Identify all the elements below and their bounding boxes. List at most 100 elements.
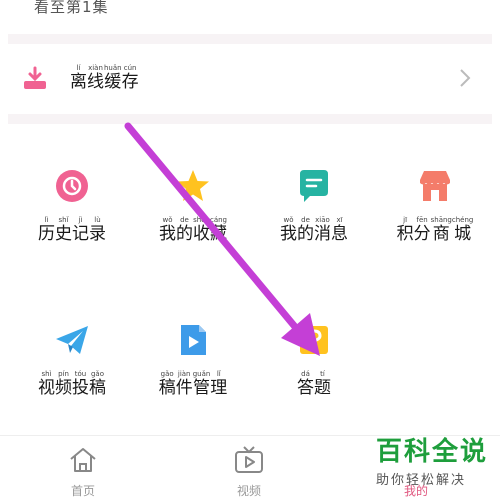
- grid-item-history[interactable]: lì 历 shǐ 史 jì 记 lù 录: [12, 168, 132, 278]
- offline-cache-label: lí 离 xiàn 线 huǎn 缓 cún 存: [70, 64, 139, 92]
- hanzi: 稿: [158, 378, 176, 398]
- hanzi: 视: [38, 378, 55, 398]
- grid-item-label: lì 历 shǐ 史 jì 记 lù 录: [12, 216, 132, 244]
- pinyin: xiāo: [315, 216, 330, 224]
- pinyin: lí: [76, 64, 81, 72]
- hanzi: 缓: [104, 72, 122, 92]
- hanzi: 题: [314, 378, 331, 398]
- hanzi: 我: [280, 224, 297, 244]
- star-icon: [177, 170, 209, 201]
- shop-icon: [420, 171, 450, 201]
- pinyin: chéng: [451, 216, 474, 224]
- ruby-char: tí 题: [314, 370, 331, 398]
- ruby-char: shǐ 史: [55, 216, 72, 244]
- pinyin: shāng: [430, 216, 452, 224]
- ruby-char: gǎo 稿: [159, 370, 176, 398]
- ruby-char: cún 存: [122, 64, 139, 92]
- hanzi: 理: [210, 378, 228, 398]
- pinyin: wǒ: [162, 216, 173, 224]
- pinyin: lǐ: [216, 370, 221, 378]
- grid-item-label: wǒ 我 de 的 xiāo 消 xī 息: [254, 216, 374, 244]
- pinyin: guǎn: [192, 370, 211, 378]
- hanzi: 收: [192, 224, 210, 244]
- hanzi: 分: [413, 224, 431, 244]
- pinyin: tí: [320, 370, 325, 378]
- grid-item-label: shì 视 pín 频 tóu 投 gǎo 稿: [12, 370, 132, 398]
- grid-item-label: gǎo 稿 jiàn 件 guǎn 管 lǐ 理: [133, 370, 253, 398]
- ruby-char: wǒ 我: [159, 216, 176, 244]
- hanzi: 史: [55, 224, 72, 244]
- hanzi: 城: [454, 224, 472, 244]
- hanzi: 件: [175, 378, 193, 398]
- ruby-char: lǐ 理: [210, 370, 227, 398]
- section-divider: [8, 114, 492, 124]
- grid-item-favorites[interactable]: wǒ 我 de 的 shōu 收 cáng 藏: [133, 168, 253, 278]
- pinyin: pín: [58, 370, 69, 378]
- pinyin: de: [180, 216, 189, 224]
- pinyin: jì: [78, 216, 83, 224]
- ruby-char: lí 离: [70, 64, 87, 92]
- ruby-char: gǎo 稿: [89, 370, 106, 398]
- ruby-char: jiàn 件: [176, 370, 193, 398]
- tab-video[interactable]: 视频: [189, 436, 309, 501]
- ruby-char: lì 历: [38, 216, 55, 244]
- ruby-char: pín 频: [55, 370, 72, 398]
- message-icon: [300, 170, 328, 202]
- grid-item-video-submit[interactable]: shì 视 pín 频 tóu 投 gǎo 稿: [12, 322, 132, 432]
- watermark-title: 百科全说: [376, 437, 489, 467]
- hanzi: 管: [192, 378, 210, 398]
- hanzi: 稿: [89, 378, 106, 398]
- pinyin: shōu: [193, 216, 210, 224]
- pinyin: gǎo: [160, 370, 174, 378]
- ruby-char: cáng 藏: [210, 216, 227, 244]
- hanzi: 积: [396, 224, 414, 244]
- pinyin: jī: [403, 216, 408, 224]
- ruby-char: tóu 投: [72, 370, 89, 398]
- hanzi: 答: [297, 378, 314, 398]
- hanzi: 息: [331, 224, 348, 244]
- ruby-char: de 的: [176, 216, 193, 244]
- pinyin: wǒ: [283, 216, 294, 224]
- ruby-char: jī 积: [397, 216, 414, 244]
- hanzi: 的: [297, 224, 314, 244]
- pinyin: dá: [301, 370, 310, 378]
- grid-item-messages[interactable]: wǒ 我 de 的 xiāo 消 xī 息: [254, 168, 374, 278]
- ruby-char: xiāo 消: [314, 216, 331, 244]
- pinyin: lù: [94, 216, 101, 224]
- ruby-char: lù 录: [89, 216, 106, 244]
- pinyin: shì: [41, 370, 52, 378]
- ruby-char: guǎn 管: [193, 370, 211, 398]
- tab-home[interactable]: 首页: [23, 436, 143, 501]
- clock-icon: [56, 170, 88, 202]
- pinyin: cáng: [209, 216, 228, 224]
- hanzi: 频: [55, 378, 72, 398]
- hanzi: 投: [72, 378, 89, 398]
- pinyin: xiàn: [88, 64, 103, 72]
- paper-plane-icon: [56, 326, 88, 354]
- hanzi: 我: [158, 224, 176, 244]
- ruby-char: jì 记: [72, 216, 89, 244]
- ruby-char: shāng 商: [431, 216, 452, 244]
- pinyin: de: [301, 216, 310, 224]
- hanzi: 线: [87, 72, 104, 92]
- hanzi: 藏: [210, 224, 227, 244]
- grid-item-label: wǒ 我 de 的 shōu 收 cáng 藏: [133, 216, 253, 244]
- chevron-right-icon: [460, 69, 471, 87]
- ruby-char: shōu 收: [193, 216, 210, 244]
- ruby-char: dá 答: [297, 370, 314, 398]
- ruby-char: chéng 城: [452, 216, 473, 244]
- quiz-icon: [300, 326, 328, 354]
- continue-watching-strip[interactable]: 看至第1集: [0, 0, 500, 34]
- ruby-char: shì 视: [38, 370, 55, 398]
- grid-item-label: jī 积 fēn 分 shāng 商 chéng 城: [375, 216, 495, 244]
- download-icon: [24, 66, 46, 89]
- pinyin: shǐ: [58, 216, 69, 224]
- grid-item-quiz[interactable]: dá 答 tí 题: [254, 322, 374, 432]
- grid-item-drafts-manage[interactable]: gǎo 稿 jiàn 件 guǎn 管 lǐ 理: [133, 322, 253, 432]
- ruby-char: de 的: [297, 216, 314, 244]
- grid-item-points-mall[interactable]: jī 积 fēn 分 shāng 商 chéng 城: [375, 168, 495, 278]
- offline-cache-row[interactable]: lí 离 xiàn 线 huǎn 缓 cún 存: [0, 44, 500, 114]
- pinyin: gǎo: [90, 370, 104, 378]
- pinyin: xī: [336, 216, 343, 224]
- pinyin: fēn: [416, 216, 428, 224]
